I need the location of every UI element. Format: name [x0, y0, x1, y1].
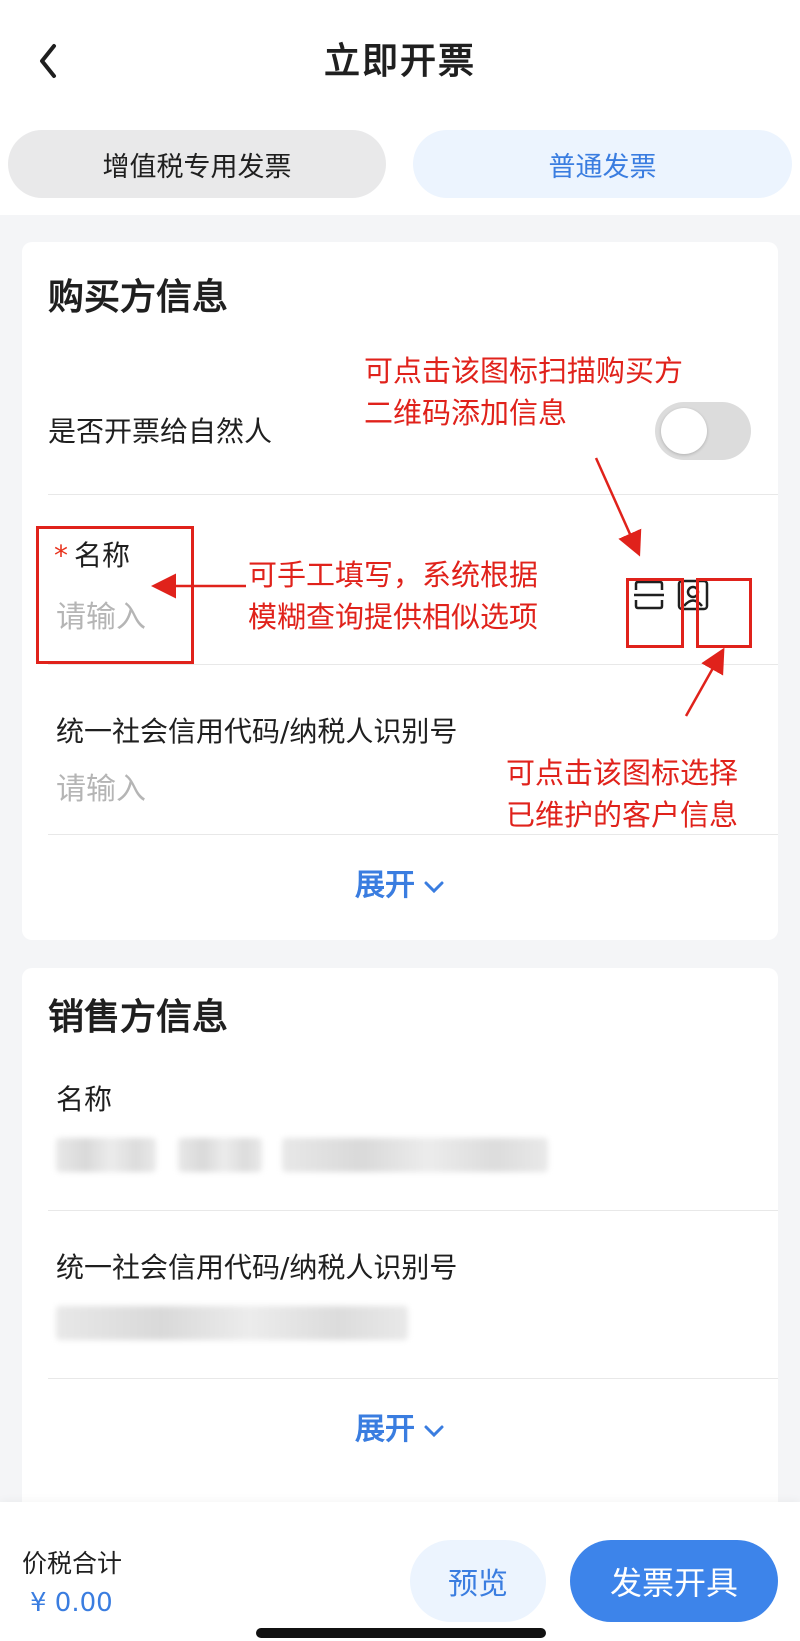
divider — [48, 1210, 778, 1211]
seller-expand-label: 展开 — [355, 1412, 415, 1447]
name-hint-line: 模糊查询提供相似选项 — [248, 600, 539, 634]
scan-hint-line: 二维码添加信息 — [364, 396, 568, 430]
buyer-tax-id-input[interactable]: 请输入 — [56, 764, 146, 808]
name-field-highlight — [36, 526, 194, 664]
buyer-expand-label: 展开 — [355, 868, 415, 903]
scan-hint-line: 可点击该图标扫描购买方 — [364, 354, 684, 388]
name-hint-line: 可手工填写，系统根据 — [248, 558, 539, 592]
buyer-tax-id-label: 统一社会信用代码/纳税人识别号 — [56, 715, 458, 748]
chevron-down-icon — [424, 1425, 444, 1437]
scan-hint-annotation: 可点击该图标扫描购买方 二维码添加信息 — [364, 350, 683, 434]
tab-vat-special-invoice[interactable]: 增值税专用发票 — [8, 130, 386, 198]
divider — [48, 664, 778, 665]
contact-hint-line: 可点击该图标选择 — [506, 756, 739, 790]
seller-section-title: 销售方信息 — [48, 997, 229, 1038]
top-bar: 立即开票 增值税专用发票 普通发票 — [0, 0, 800, 215]
natural-person-label: 是否开票给自然人 — [48, 415, 273, 448]
home-indicator — [256, 1628, 546, 1638]
divider — [48, 1378, 778, 1379]
issue-invoice-button[interactable]: 发票开具 — [570, 1540, 778, 1622]
seller-tax-id-label: 统一社会信用代码/纳税人识别号 — [56, 1251, 458, 1284]
seller-name-label: 名称 — [56, 1083, 113, 1116]
page-title: 立即开票 — [323, 41, 476, 82]
seller-tax-id-blurred — [56, 1306, 408, 1340]
chevron-down-icon — [424, 881, 444, 893]
seller-name-blurred — [178, 1138, 262, 1172]
seller-name-blurred — [56, 1138, 156, 1172]
divider — [48, 494, 778, 495]
seller-expand-button[interactable]: 展开 — [22, 1404, 778, 1448]
name-hint-annotation: 可手工填写，系统根据 模糊查询提供相似选项 — [248, 554, 538, 638]
bottom-action-bar: 价税合计 ¥ 0.00 预览 发票开具 — [0, 1502, 800, 1641]
contact-icon-highlight — [696, 578, 752, 648]
seller-info-card: 销售方信息 名称 统一社会信用代码/纳税人识别号 展开 — [22, 968, 778, 1528]
buyer-expand-button[interactable]: 展开 — [22, 860, 778, 904]
total-label: 价税合计 — [22, 1549, 123, 1578]
contact-hint-line: 已维护的客户信息 — [506, 798, 739, 832]
seller-name-blurred — [282, 1138, 548, 1172]
buyer-section-title: 购买方信息 — [48, 277, 229, 318]
scan-icon-highlight — [626, 578, 684, 648]
total-value: ¥ 0.00 — [30, 1588, 113, 1618]
contact-hint-annotation: 可点击该图标选择 已维护的客户信息 — [506, 752, 738, 836]
preview-button[interactable]: 预览 — [410, 1540, 546, 1622]
tab-normal-invoice[interactable]: 普通发票 — [413, 130, 792, 198]
